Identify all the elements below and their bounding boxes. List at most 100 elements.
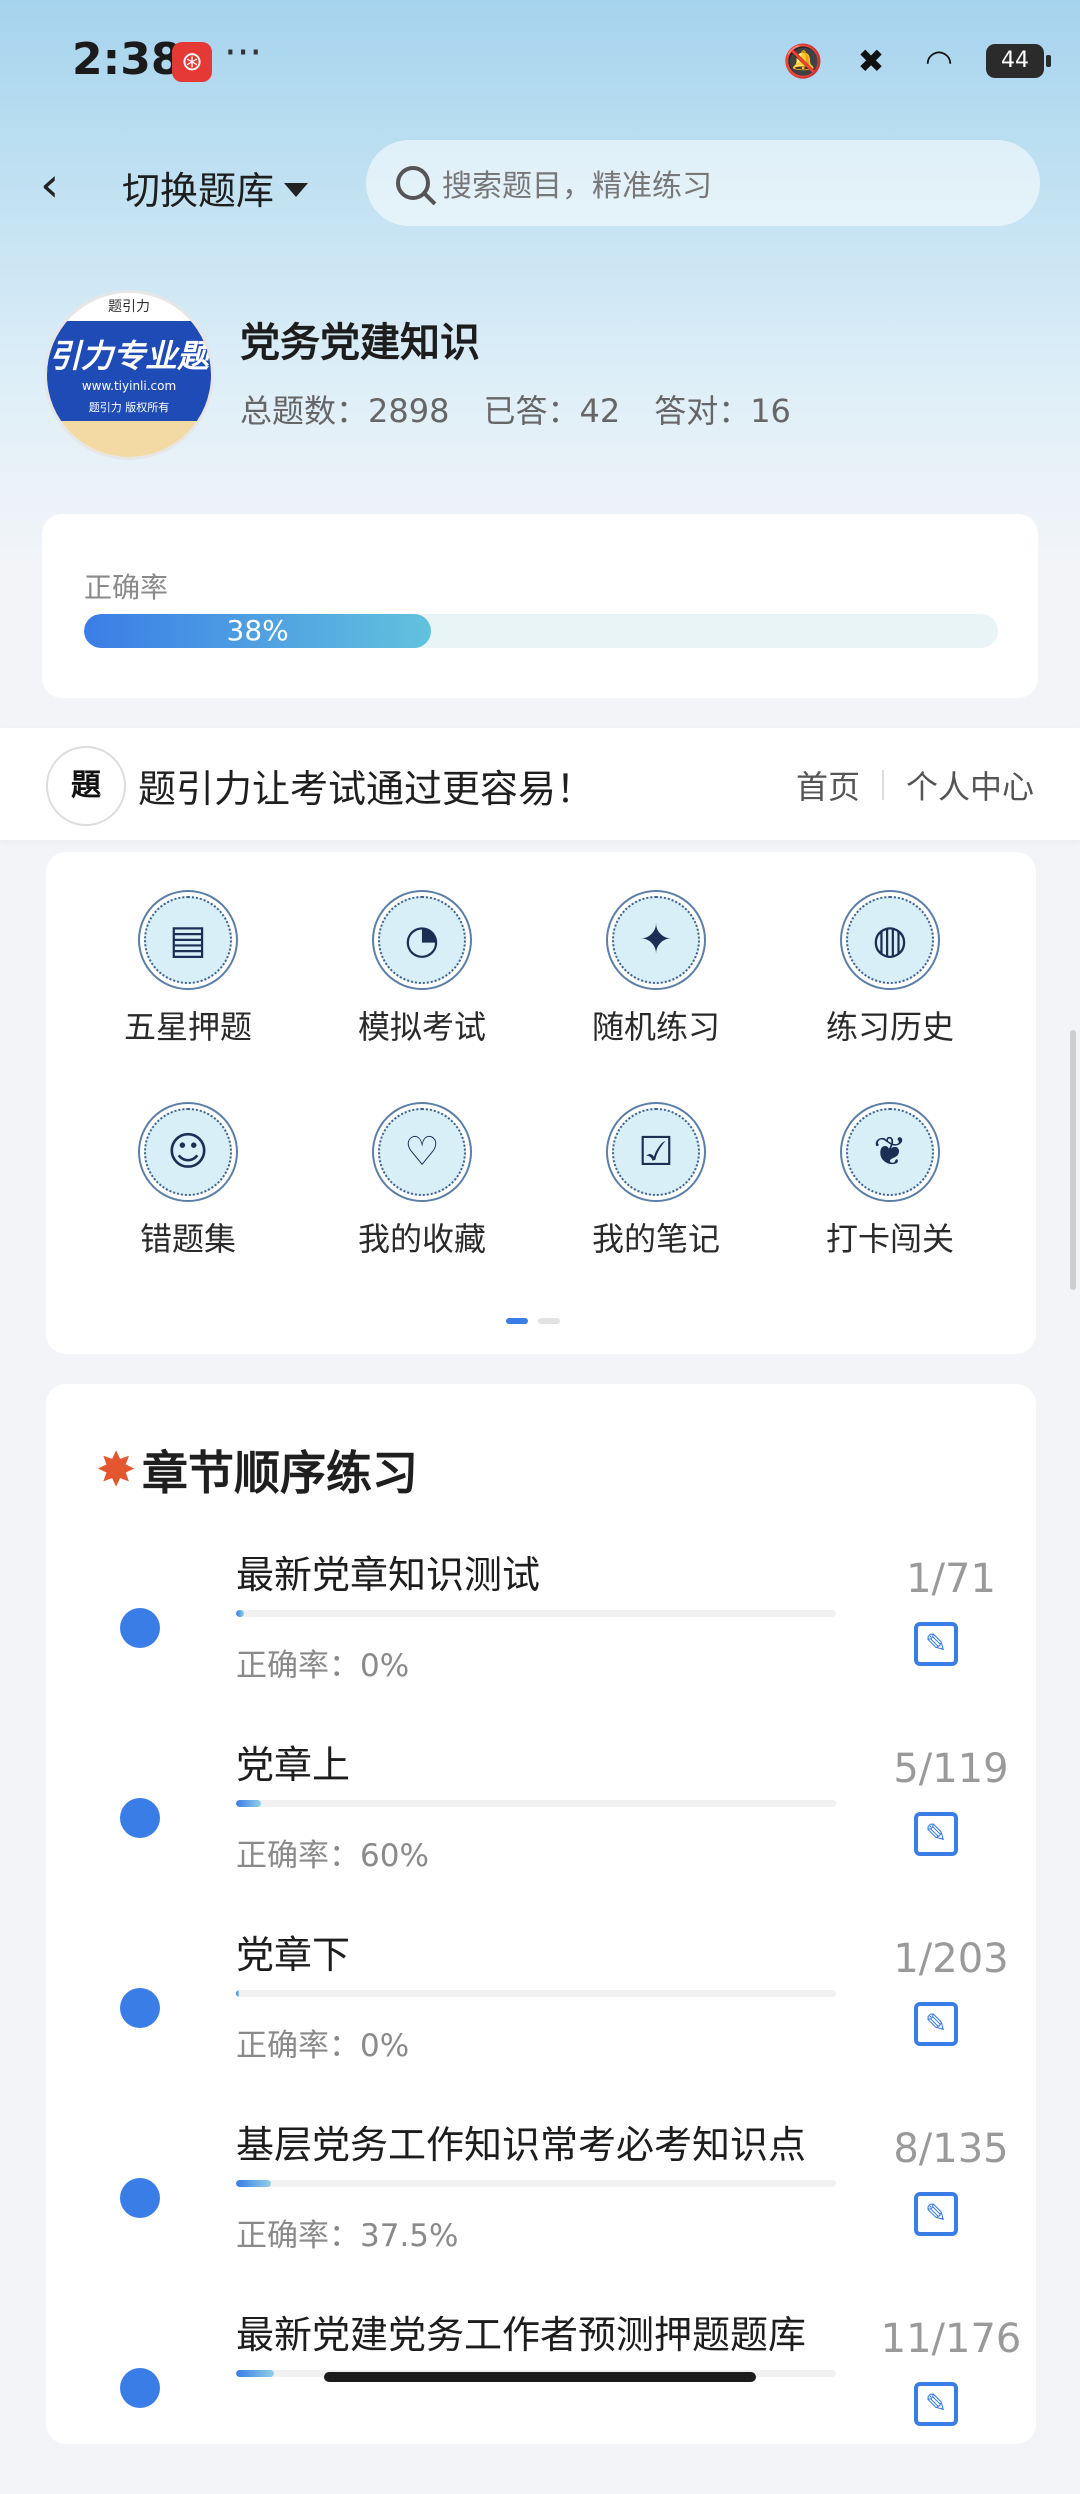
edit-icon[interactable]: ✎: [914, 1812, 958, 1856]
head-icon: ☺: [144, 1108, 232, 1196]
grid-item-random-practice[interactable]: ✦ 随机练习: [556, 852, 756, 1046]
chapter-row[interactable]: 最新党建党务工作者预测押题题库 11/176 ✎: [46, 2304, 1036, 2494]
chapter-progress-bar: [236, 1610, 836, 1617]
chapter-count: 5/119: [893, 1746, 1009, 1792]
grid-label: 打卡闯关: [825, 1220, 954, 1258]
chapter-accuracy: 正确率：0%: [236, 2028, 410, 2064]
logo-bottom: [47, 421, 211, 457]
chapter-progress-bar: [236, 1800, 836, 1807]
chapter-header: ✸ 章节顺序练习: [96, 1430, 418, 1510]
chapter-dot: [120, 2368, 160, 2408]
scrollbar[interactable]: [1070, 1030, 1076, 1290]
network-icon: ✦: [612, 896, 700, 984]
chapter-title: 最新党建党务工作者预测押题题库: [236, 2313, 807, 2357]
chapter-progress-fill: [236, 1610, 245, 1617]
switch-bank-dropdown[interactable]: 切换题库: [122, 160, 309, 215]
id-card-icon: ▤: [144, 896, 232, 984]
grid-label: 模拟考试: [357, 1008, 486, 1046]
search-icon: [396, 166, 430, 200]
link-divider: [881, 770, 884, 800]
chapter-accuracy: 正确率：60%: [236, 1838, 429, 1874]
grid-item-mock-exam[interactable]: ◔ 模拟考试: [322, 852, 522, 1046]
chapter-title: 基层党务工作知识常考必考知识点: [236, 2123, 807, 2167]
switch-bank-label: 切换题库: [122, 169, 275, 213]
close-box-icon: ✖: [857, 42, 885, 80]
accuracy-percent: 38%: [226, 614, 289, 647]
page-dot-active[interactable]: [506, 1318, 528, 1324]
bank-info: 题引力 引力专业题 www.tiyinli.com 题引力 版权所有 党务党建知…: [44, 290, 1044, 460]
back-icon[interactable]: ‹: [40, 158, 88, 212]
personal-center-link[interactable]: 个人中心: [906, 762, 1034, 808]
grid-item-five-star[interactable]: ▤ 五星押题: [88, 852, 288, 1046]
bank-stats: 总题数：2898 已答：42 答对：16: [240, 386, 791, 432]
accuracy-label: 正确率: [84, 571, 169, 604]
search-input[interactable]: 搜索题目，精准练习: [366, 140, 1040, 226]
bank-logo: 题引力 引力专业题 www.tiyinli.com 题引力 版权所有: [44, 290, 214, 460]
netease-music-icon: ⊛: [172, 42, 212, 82]
chapter-title: 党章上: [236, 1743, 351, 1787]
grid-label: 随机练习: [591, 1008, 720, 1046]
banner-links: 首页 个人中心: [796, 762, 1034, 808]
chapter-accuracy: 正确率：37.5%: [236, 2218, 459, 2254]
grid-label: 五星押题: [123, 1008, 252, 1046]
chapter-dot: [120, 1798, 160, 1838]
search-placeholder: 搜索题目，精准练习: [442, 169, 712, 204]
battery-icon: 44: [986, 44, 1051, 78]
grid-item-favorites[interactable]: ♡ 我的收藏: [322, 1064, 522, 1258]
status-time: 2:38: [72, 34, 182, 85]
speedometer-icon: ◔: [378, 896, 466, 984]
grid-item-wrong-answers[interactable]: ☺ 错题集: [88, 1064, 288, 1258]
bank-title: 党务党建知识: [240, 320, 480, 366]
chapter-count: 8/135: [893, 2126, 1009, 2172]
edit-icon[interactable]: ✎: [914, 2192, 958, 2236]
chapter-dot: [120, 2178, 160, 2218]
page-dot[interactable]: [538, 1318, 560, 1324]
edit-icon[interactable]: ✎: [914, 2002, 958, 2046]
globe-icon: ◍: [846, 896, 934, 984]
home-indicator[interactable]: [324, 2372, 756, 2382]
chapter-row[interactable]: 最新党章知识测试 正确率：0% 1/71 ✎: [46, 1544, 1036, 1734]
chapter-count: 1/71: [906, 1556, 996, 1602]
page-indicator: [506, 1318, 560, 1324]
chapter-accuracy: 正确率：0%: [236, 1648, 410, 1684]
note-check-icon: ☑: [612, 1108, 700, 1196]
chapter-section-title: 章节顺序练习: [142, 1446, 418, 1500]
chapter-count: 11/176: [880, 2316, 1022, 2362]
chapter-progress-fill: [236, 2180, 272, 2187]
grid-label: 错题集: [139, 1220, 236, 1258]
edit-icon[interactable]: ✎: [914, 1622, 958, 1666]
sprout-icon: ❦: [846, 1108, 934, 1196]
answered-count: 已答：42: [483, 392, 621, 430]
correct-count: 答对：16: [654, 392, 791, 430]
accuracy-card: 正确率 38%: [42, 514, 1038, 698]
top-nav: ‹ 切换题库 搜索题目，精准练习: [0, 140, 1080, 230]
banner-slogan: 题引力让考试通过更容易！: [138, 767, 595, 811]
logo-banner: 引力专业题 www.tiyinli.com 题引力 版权所有: [47, 321, 211, 421]
caret-down-icon: [284, 182, 309, 197]
tiyinli-logo: 題: [46, 746, 126, 826]
logo-url: www.tiyinli.com: [81, 379, 177, 393]
grid-label: 我的收藏: [357, 1220, 486, 1258]
chapter-progress-fill: [236, 1800, 262, 1807]
chapter-row[interactable]: 基层党务工作知识常考必考知识点 正确率：37.5% 8/135 ✎: [46, 2114, 1036, 2304]
wifi-icon: ◠: [925, 42, 953, 80]
chapter-row[interactable]: 党章上 正确率：60% 5/119 ✎: [46, 1734, 1036, 1924]
chapter-dot: [120, 1988, 160, 2028]
grid-item-notes[interactable]: ☑ 我的笔记: [556, 1064, 756, 1258]
total-count: 总题数：2898: [240, 392, 450, 430]
firecracker-icon: ✸: [96, 1442, 137, 1498]
chapter-row[interactable]: 党章下 正确率：0% 1/203 ✎: [46, 1924, 1036, 2114]
chapter-progress-fill: [236, 2370, 274, 2377]
mute-bell-icon: 🔕: [783, 42, 823, 80]
logo-top-text: 题引力: [47, 293, 211, 321]
grid-item-checkin[interactable]: ❦ 打卡闯关: [790, 1064, 990, 1258]
edit-icon[interactable]: ✎: [914, 2382, 958, 2426]
grid-label: 我的笔记: [591, 1220, 720, 1258]
status-right: 🔕 ✖ ◠ 44: [782, 40, 1051, 82]
chapter-progress-fill: [236, 1990, 239, 1997]
home-link[interactable]: 首页: [796, 762, 860, 808]
grid-item-history[interactable]: ◍ 练习历史: [790, 852, 990, 1046]
chapter-progress-bar: [236, 1990, 836, 1997]
accuracy-progress-bar: 38%: [84, 614, 998, 648]
promo-banner: 題 题引力让考试通过更容易！ 首页 个人中心: [0, 728, 1080, 840]
